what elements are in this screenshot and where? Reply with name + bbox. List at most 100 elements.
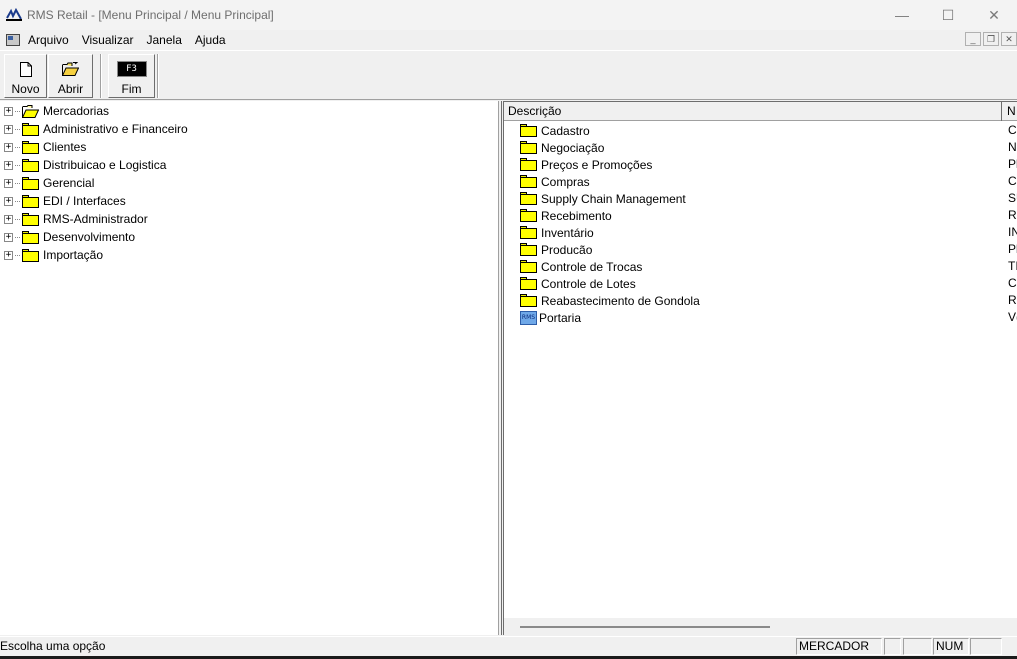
list-item[interactable]: Recebimento (520, 207, 1017, 224)
status-cell-empty (970, 638, 1002, 655)
list-item[interactable]: Preços e Promoções (520, 156, 1017, 173)
maximize-button[interactable]: ☐ (925, 0, 971, 30)
folder-icon (520, 175, 537, 188)
status-cell-empty (903, 638, 932, 655)
list-item[interactable]: Negociação (520, 139, 1017, 156)
tree-item-importacao[interactable]: + Importação (4, 246, 103, 264)
list-item[interactable]: Producão (520, 241, 1017, 258)
folder-icon (520, 277, 537, 290)
tree-item-gerencial[interactable]: + Gerencial (4, 174, 94, 192)
list-item[interactable]: Controle de Trocas (520, 258, 1017, 275)
status-numlock: NUM (933, 638, 969, 655)
menu-arquivo[interactable]: Arquivo (28, 33, 69, 47)
menu-ajuda[interactable]: Ajuda (195, 33, 226, 47)
tree-item-administrativo[interactable]: + Administrativo e Financeiro (4, 120, 188, 138)
list-item[interactable]: Reabastecimento de Gondola (520, 292, 1017, 309)
list-item[interactable]: Cadastro (520, 122, 1017, 139)
mdi-window-icon[interactable] (6, 34, 20, 46)
f3-key-icon: F3 (116, 61, 147, 77)
folder-icon (22, 194, 39, 208)
title-bar: RMS Retail - [Menu Principal / Menu Prin… (0, 0, 1017, 30)
menu-janela[interactable]: Janela (147, 33, 182, 47)
list-item[interactable]: Controle de Lotes (520, 275, 1017, 292)
status-message: Escolha uma opção (0, 639, 106, 653)
novo-label: Novo (11, 82, 40, 96)
rms-program-icon: RMS (520, 310, 537, 325)
list-item-label: Controle de Lotes (541, 276, 636, 291)
list-item-label: Cadastro (541, 123, 590, 138)
expand-icon[interactable]: + (4, 250, 13, 260)
open-folder-icon (22, 104, 39, 118)
list-item[interactable]: RMS Portaria (520, 309, 1017, 326)
list-item[interactable]: Compras (520, 173, 1017, 190)
folder-icon (22, 248, 39, 262)
tree-item-label: Administrativo e Financeiro (43, 122, 188, 136)
tree-item-label: Distribuicao e Logistica (43, 158, 167, 172)
tree-item-desenvolvimento[interactable]: + Desenvolvimento (4, 228, 135, 246)
status-cell-empty (884, 638, 901, 655)
list-item-label: Preços e Promoções (541, 157, 653, 172)
menu-visualizar[interactable]: Visualizar (82, 33, 134, 47)
expand-icon[interactable]: + (4, 124, 13, 134)
expand-icon[interactable]: + (4, 196, 13, 206)
expand-icon[interactable]: + (4, 106, 13, 116)
scrollbar-thumb[interactable] (520, 626, 770, 628)
folder-icon (520, 124, 537, 137)
list-item[interactable]: Supply Chain Management (520, 190, 1017, 207)
list-item-code: V( (1008, 310, 1017, 324)
mdi-close-button[interactable]: ✕ (1001, 32, 1017, 46)
list-item-code: C (1008, 276, 1017, 290)
list-item-code: RI (1008, 293, 1017, 307)
expand-icon[interactable]: + (4, 232, 13, 242)
list-item-code: TI (1008, 259, 1017, 273)
folder-icon (22, 122, 39, 136)
column-header-descricao[interactable]: Descrição (504, 102, 1002, 121)
tree-item-rms-administrador[interactable]: + RMS-Administrador (4, 210, 148, 228)
list-header: Descrição N (504, 102, 1017, 121)
folder-icon (520, 192, 537, 205)
menu-tree: + Mercadorias + Administrativo e Finance… (0, 101, 499, 635)
toolbar-separator (100, 54, 102, 98)
tree-item-label: EDI / Interfaces (43, 194, 126, 208)
window-title: RMS Retail - [Menu Principal / Menu Prin… (27, 8, 274, 22)
tree-item-mercadorias[interactable]: + Mercadorias (4, 102, 109, 120)
list-item-code: C (1008, 174, 1017, 188)
list-item-label: Compras (541, 174, 590, 189)
list-item-label: Inventário (541, 225, 594, 240)
menu-bar: Arquivo Visualizar Janela Ajuda _ ❐ ✕ (0, 30, 1017, 50)
menu-list: Descrição N Cadastro C. Negociação N Pre… (503, 101, 1017, 635)
horizontal-scrollbar[interactable] (504, 618, 1017, 635)
close-button[interactable]: ✕ (971, 0, 1017, 30)
fim-label: Fim (121, 82, 142, 96)
expand-icon[interactable]: + (4, 178, 13, 188)
folder-icon (22, 230, 39, 244)
folder-icon (520, 141, 537, 154)
folder-icon (520, 158, 537, 171)
panel-splitter[interactable] (499, 101, 502, 635)
tree-item-label: Importação (43, 248, 104, 262)
column-header-n[interactable]: N (1007, 102, 1016, 121)
expand-icon[interactable]: + (4, 214, 13, 224)
novo-button[interactable]: Novo (4, 54, 47, 98)
fim-button[interactable]: F3 Fim (108, 54, 155, 98)
list-item-label: Supply Chain Management (541, 191, 686, 206)
expand-icon[interactable]: + (4, 160, 13, 170)
list-item-label: Recebimento (541, 208, 612, 223)
abrir-button[interactable]: Abrir (48, 54, 93, 98)
list-item-label: Portaria (539, 310, 582, 325)
tree-item-clientes[interactable]: + Clientes (4, 138, 86, 156)
mdi-restore-button[interactable]: ❐ (983, 32, 999, 46)
minimize-button[interactable]: — (879, 0, 925, 30)
list-item-code: C. (1008, 123, 1017, 137)
expand-icon[interactable]: + (4, 142, 13, 152)
rms-app-icon (6, 8, 22, 21)
mdi-minimize-button[interactable]: _ (965, 32, 981, 46)
list-item-code: Pl (1008, 157, 1017, 171)
folder-icon (22, 176, 39, 190)
tree-item-edi-interfaces[interactable]: + EDI / Interfaces (4, 192, 126, 210)
toolbar-end-separator (157, 54, 159, 98)
tree-item-distribuicao[interactable]: + Distribuicao e Logistica (4, 156, 166, 174)
list-item[interactable]: Inventário (520, 224, 1017, 241)
folder-icon (520, 260, 537, 273)
tree-item-label: Mercadorias (43, 104, 110, 118)
